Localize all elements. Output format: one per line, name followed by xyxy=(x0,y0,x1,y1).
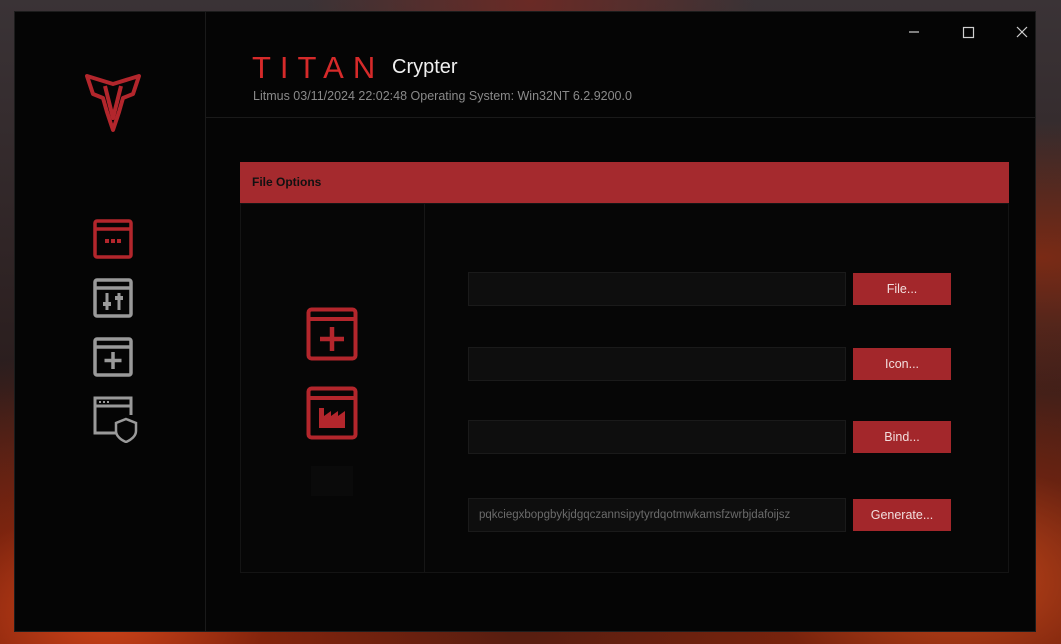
icon-path-field[interactable] xyxy=(468,347,846,381)
bind-path-field[interactable] xyxy=(468,420,846,454)
sidebar-item-settings[interactable] xyxy=(92,277,134,319)
maximize-button[interactable] xyxy=(953,24,983,44)
disabled-placeholder xyxy=(311,466,353,496)
status-line: Litmus 03/11/2024 22:02:48 Operating Sys… xyxy=(253,89,632,103)
bind-button[interactable]: Bind... xyxy=(853,421,951,453)
panel-title: File Options xyxy=(240,162,1009,203)
minimize-icon xyxy=(909,31,919,33)
app-window: TITAN Crypter Litmus 03/11/2024 22:02:48… xyxy=(14,11,1036,632)
file-button[interactable]: File... xyxy=(853,273,951,305)
close-icon xyxy=(1016,26,1028,38)
sidebar-item-add[interactable] xyxy=(92,336,134,378)
close-button[interactable] xyxy=(1007,24,1037,44)
file-options-panel: File... Icon... Bind... pqkciegxbopgbykj… xyxy=(240,203,1009,573)
app-brand-title: TITAN xyxy=(252,50,385,85)
window-dots-icon xyxy=(92,219,134,264)
sidebar-item-protection[interactable] xyxy=(92,395,138,444)
add-box-icon xyxy=(306,307,358,365)
add-file-button[interactable] xyxy=(306,307,358,361)
generated-key-field[interactable]: pqkciegxbopgbykjdgqczannsipytyrdqotmwkam… xyxy=(468,498,846,532)
titan-logo-icon xyxy=(85,72,141,134)
build-button[interactable] xyxy=(306,386,358,440)
icon-button[interactable]: Icon... xyxy=(853,348,951,380)
main-area: TITAN Crypter Litmus 03/11/2024 22:02:48… xyxy=(206,12,1035,631)
sidebar-item-file-options[interactable] xyxy=(92,218,134,260)
panel-left-toolbar xyxy=(241,204,425,572)
factory-icon xyxy=(306,386,358,444)
add-box-icon xyxy=(92,337,134,382)
sidebar xyxy=(15,12,206,631)
file-path-field[interactable] xyxy=(468,272,846,306)
window-shield-icon xyxy=(92,396,138,447)
generate-button[interactable]: Generate... xyxy=(853,499,951,531)
minimize-button[interactable] xyxy=(899,24,929,44)
header: TITAN Crypter Litmus 03/11/2024 22:02:48… xyxy=(206,12,1035,118)
sliders-icon xyxy=(92,278,134,323)
maximize-icon xyxy=(962,26,975,39)
app-subtitle: Crypter xyxy=(392,56,458,78)
